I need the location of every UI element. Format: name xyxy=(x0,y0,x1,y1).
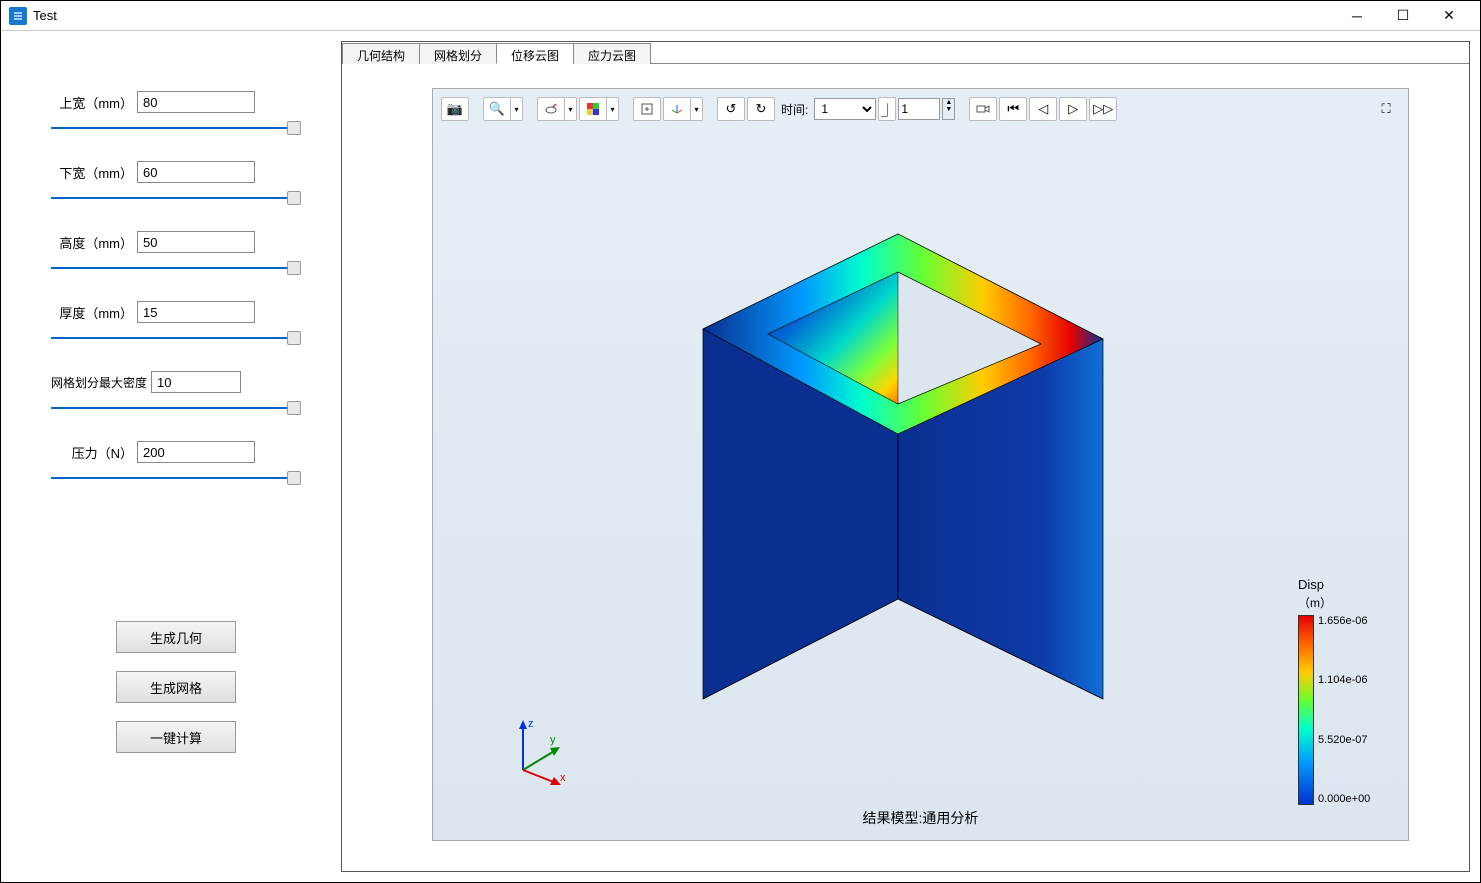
height-slider[interactable] xyxy=(51,259,301,277)
parameter-panel: 上宽（mm） 下宽（mm） 高度（mm） 厚度（mm） 网格划分最大密度 xyxy=(11,41,341,872)
play-reverse-icon[interactable]: ◁ xyxy=(1029,97,1057,121)
axis-x-label: x xyxy=(560,772,566,784)
bottom-width-label: 下宽（mm） xyxy=(51,163,137,182)
rotate-cw-icon[interactable]: ↻ xyxy=(747,97,775,121)
legend-tick: 5.520e-07 xyxy=(1318,734,1370,746)
color-legend: Disp （m） 1.656e-06 1.104e-06 5.520e-07 0… xyxy=(1298,577,1388,805)
snapshot-icon[interactable]: 📷 xyxy=(441,97,469,121)
mesh-density-slider[interactable] xyxy=(51,399,301,417)
mesh-density-label: 网格划分最大密度 xyxy=(51,374,151,391)
tab-geometry[interactable]: 几何结构 xyxy=(342,43,420,64)
legend-title: Disp xyxy=(1298,577,1388,592)
legend-tick: 1.656e-06 xyxy=(1318,615,1370,627)
colormap-icon[interactable] xyxy=(579,97,607,121)
first-frame-icon[interactable]: ⏮ xyxy=(999,97,1027,121)
mesh-density-input[interactable] xyxy=(151,371,241,393)
step-forward-icon[interactable]: ▷▷ xyxy=(1089,97,1117,121)
record-icon[interactable] xyxy=(969,97,997,121)
result-viewer[interactable]: 📷 🔍▾ ▾ ▾ ▾ ↺ ↻ 时间: 1 ⏌ xyxy=(432,88,1409,841)
frame-spinner[interactable] xyxy=(898,98,940,120)
thickness-input[interactable] xyxy=(137,301,255,323)
result-tabs: 几何结构 网格划分 位移云图 应力云图 xyxy=(342,42,1469,64)
frame-up-icon[interactable]: ▲ xyxy=(943,99,954,106)
legend-colorbar xyxy=(1298,615,1314,805)
height-input[interactable] xyxy=(137,231,255,253)
maximize-button[interactable]: ☐ xyxy=(1380,2,1426,30)
window-title: Test xyxy=(33,8,1334,23)
fea-displacement-solid xyxy=(673,144,1123,704)
top-width-slider[interactable] xyxy=(51,119,301,137)
axes-triad-icon[interactable] xyxy=(663,97,691,121)
top-width-label: 上宽（mm） xyxy=(51,93,137,112)
zoom-icon[interactable]: 🔍 xyxy=(483,97,511,121)
tab-mesh[interactable]: 网格划分 xyxy=(419,43,497,64)
legend-unit: （m） xyxy=(1298,594,1388,611)
app-icon xyxy=(9,7,27,25)
fullscreen-icon[interactable]: ⛶ xyxy=(1372,97,1400,121)
result-caption: 结果模型:通用分析 xyxy=(433,808,1408,828)
thickness-slider[interactable] xyxy=(51,329,301,347)
pressure-input[interactable] xyxy=(137,441,255,463)
axis-z-label: z xyxy=(528,718,534,730)
select-icon[interactable] xyxy=(537,97,565,121)
time-label: 时间: xyxy=(777,101,812,118)
zoom-dropdown-icon[interactable]: ▾ xyxy=(511,97,523,121)
one-click-compute-button[interactable]: 一键计算 xyxy=(116,721,236,753)
viewer-toolbar: 📷 🔍▾ ▾ ▾ ▾ ↺ ↻ 时间: 1 ⏌ xyxy=(441,95,1400,123)
pressure-label: 压力（N） xyxy=(51,443,137,462)
tab-displacement[interactable]: 位移云图 xyxy=(496,43,574,64)
tab-stress[interactable]: 应力云图 xyxy=(573,43,651,64)
time-select[interactable]: 1 xyxy=(814,98,876,120)
legend-tick: 1.104e-06 xyxy=(1318,674,1370,686)
colormap-dropdown-icon[interactable]: ▾ xyxy=(607,97,619,121)
bottom-width-slider[interactable] xyxy=(51,189,301,207)
generate-mesh-button[interactable]: 生成网格 xyxy=(116,671,236,703)
pressure-slider[interactable] xyxy=(51,469,301,487)
time-end-icon[interactable]: ⏌ xyxy=(878,97,896,121)
legend-tick: 0.000e+00 xyxy=(1318,793,1370,805)
axes-triad: z y x xyxy=(508,715,578,785)
frame-down-icon[interactable]: ▼ xyxy=(943,106,954,113)
play-icon[interactable]: ▷ xyxy=(1059,97,1087,121)
generate-geometry-button[interactable]: 生成几何 xyxy=(116,621,236,653)
close-button[interactable]: ✕ xyxy=(1426,2,1472,30)
axis-y-label: y xyxy=(550,734,556,746)
axes-dropdown-icon[interactable]: ▾ xyxy=(691,97,703,121)
select-dropdown-icon[interactable]: ▾ xyxy=(565,97,577,121)
top-width-input[interactable] xyxy=(137,91,255,113)
titlebar: Test ─ ☐ ✕ xyxy=(1,1,1480,31)
rotate-ccw-icon[interactable]: ↺ xyxy=(717,97,745,121)
bottom-width-input[interactable] xyxy=(137,161,255,183)
height-label: 高度（mm） xyxy=(51,233,137,252)
fit-view-icon[interactable] xyxy=(633,97,661,121)
main-panel: 几何结构 网格划分 位移云图 应力云图 📷 🔍▾ ▾ ▾ xyxy=(341,41,1470,872)
minimize-button[interactable]: ─ xyxy=(1334,2,1380,30)
thickness-label: 厚度（mm） xyxy=(51,303,137,322)
